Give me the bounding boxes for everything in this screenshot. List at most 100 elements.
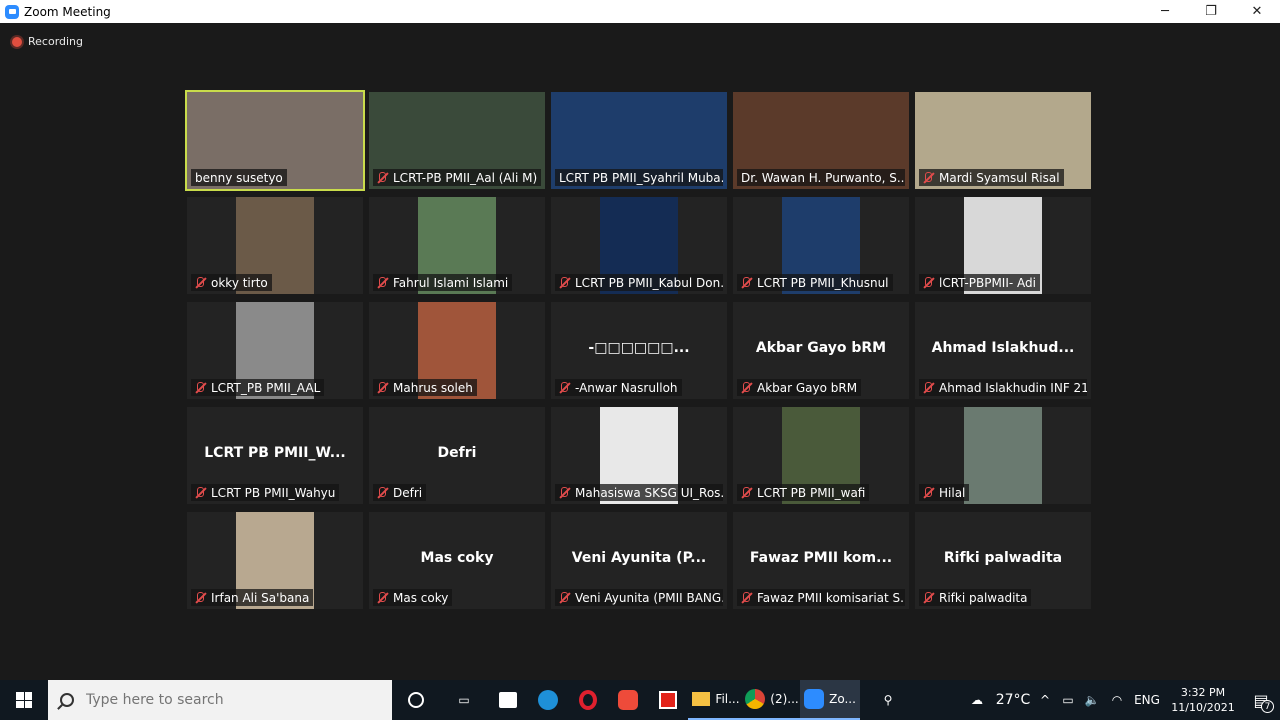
minimize-button[interactable]: ─ bbox=[1142, 0, 1188, 23]
participant-name: Rifki palwadita bbox=[939, 590, 1028, 605]
participant-tile[interactable]: LCRT PB PMII_Khusnul bbox=[733, 197, 909, 294]
notification-center-button[interactable]: ▤ 7 bbox=[1242, 680, 1280, 720]
participant-tile[interactable]: Veni Ayunita (P... Veni Ayunita (PMII BAN… bbox=[551, 512, 727, 609]
participant-name-caption: -Anwar Nasrulloh bbox=[555, 379, 682, 396]
cortana-button[interactable] bbox=[392, 680, 440, 720]
task-view-button[interactable]: ▭ bbox=[440, 680, 488, 720]
participant-tile[interactable]: Fahrul Islami Islami bbox=[369, 197, 545, 294]
participant-tile[interactable]: Mahasiswa SKSG UI_Ros... bbox=[551, 407, 727, 504]
close-button[interactable]: ✕ bbox=[1234, 0, 1280, 23]
participant-tile[interactable]: LCRT PB PMII_wafi bbox=[733, 407, 909, 504]
participant-name: Mardi Syamsul Risal bbox=[939, 170, 1060, 185]
recording-indicator[interactable]: Recording bbox=[12, 35, 83, 48]
muted-mic-icon bbox=[921, 591, 935, 605]
participant-name-caption: benny susetyo bbox=[191, 169, 287, 186]
cortana-icon bbox=[408, 692, 424, 708]
zoom-app-icon bbox=[5, 4, 19, 19]
participant-name: LCRT PB PMII_wafi bbox=[757, 485, 866, 500]
participant-name-caption: LCRT PB PMII_Khusnul bbox=[737, 274, 893, 291]
participant-name: Hilal bbox=[939, 485, 966, 500]
participant-tile[interactable]: Hilal bbox=[915, 407, 1091, 504]
muted-mic-icon bbox=[193, 276, 207, 290]
weather-cloud-icon: ☁ bbox=[971, 693, 983, 707]
opera-icon bbox=[579, 690, 597, 710]
participant-name-caption: LCRT PB PMII_Syahril Muba... bbox=[555, 169, 723, 186]
participant-name: Defri bbox=[393, 485, 423, 500]
participant-tile[interactable]: okky tirto bbox=[187, 197, 363, 294]
language-indicator[interactable]: ENG bbox=[1130, 680, 1164, 720]
search-icon bbox=[60, 693, 74, 707]
network-button[interactable]: ◠ bbox=[1104, 680, 1130, 720]
muted-mic-icon bbox=[375, 591, 389, 605]
participant-tile[interactable]: LCRT PB PMII_Syahril Muba... bbox=[551, 92, 727, 189]
participant-tile[interactable]: Ahmad Islakhud... Ahmad Islakhudin INF 21 bbox=[915, 302, 1091, 399]
participant-tile[interactable]: Akbar Gayo bRM Akbar Gayo bRM bbox=[733, 302, 909, 399]
muted-mic-icon bbox=[193, 381, 207, 395]
participant-tile[interactable]: Mahrus soleh bbox=[369, 302, 545, 399]
chrome-icon bbox=[745, 689, 766, 709]
edge-button[interactable] bbox=[528, 680, 568, 720]
participant-tile[interactable]: -□□□□□□... -Anwar Nasrulloh bbox=[551, 302, 727, 399]
participant-name-caption: LCRT-PB PMII_Aal (Ali M) bbox=[373, 169, 541, 186]
zoom-taskbar-button[interactable]: Zo... bbox=[800, 680, 860, 720]
file-explorer-button[interactable]: Fil... bbox=[688, 680, 744, 720]
participant-name: Mahrus soleh bbox=[393, 380, 473, 395]
participant-name-caption: Fahrul Islami Islami bbox=[373, 274, 513, 291]
chrome-label: (2)... bbox=[770, 692, 799, 706]
battery-button[interactable]: ▭ bbox=[1056, 680, 1080, 720]
participant-tile[interactable]: Mardi Syamsul Risal bbox=[915, 92, 1091, 189]
store-button[interactable] bbox=[488, 680, 528, 720]
title-bar: Zoom Meeting ─ ❐ ✕ bbox=[0, 0, 1280, 23]
reader-icon bbox=[659, 691, 677, 709]
volume-button[interactable]: 🔈 bbox=[1080, 680, 1104, 720]
participant-tile[interactable]: Fawaz PMII kom... Fawaz PMII komisariat S… bbox=[733, 512, 909, 609]
clock[interactable]: 3:32 PM 11/10/2021 bbox=[1164, 685, 1242, 715]
participant-name: Mahasiswa SKSG UI_Ros... bbox=[575, 485, 723, 500]
participant-display-name: LCRT PB PMII_W... bbox=[204, 445, 346, 461]
participant-tile[interactable]: Irfan Ali Sa'bana bbox=[187, 512, 363, 609]
participant-name: Mas coky bbox=[393, 590, 449, 605]
participant-tile[interactable]: Mas coky Mas coky bbox=[369, 512, 545, 609]
participant-tile[interactable]: LCRT-PB PMII_Aal (Ali M) bbox=[369, 92, 545, 189]
maximize-button[interactable]: ❐ bbox=[1188, 0, 1234, 23]
participant-display-name: Rifki palwadita bbox=[943, 550, 1063, 566]
opera-button[interactable] bbox=[568, 680, 608, 720]
chrome-button[interactable]: (2)... bbox=[744, 680, 800, 720]
weather-temp[interactable]: 27°C bbox=[992, 680, 1034, 720]
muted-mic-icon bbox=[375, 381, 389, 395]
participant-display-name: Fawaz PMII kom... bbox=[749, 550, 893, 566]
participant-tile[interactable]: benny susetyo bbox=[185, 90, 365, 191]
participant-tile[interactable]: LCRT PB PMII_Kabul Don... bbox=[551, 197, 727, 294]
participant-tile[interactable]: Dr. Wawan H. Purwanto, S.... bbox=[733, 92, 909, 189]
participant-name: LCRT-PB PMII_Aal (Ali M) bbox=[393, 170, 538, 185]
taskbar: ▭ Fil... (2)... Zo... ⚲ ☁ 27°C ^ ▭ bbox=[0, 680, 1280, 720]
start-button[interactable] bbox=[0, 680, 48, 720]
participant-name-caption: LCRT PB PMII_wafi bbox=[737, 484, 870, 501]
taskbar-search[interactable] bbox=[48, 680, 392, 720]
muted-mic-icon bbox=[193, 486, 207, 500]
participant-display-name: Veni Ayunita (P... bbox=[571, 550, 707, 566]
search-input[interactable] bbox=[86, 692, 366, 708]
recording-label: Recording bbox=[28, 35, 84, 48]
windows-icon bbox=[16, 692, 32, 708]
participant-tile[interactable]: LCRT_PB PMII_AAL bbox=[187, 302, 363, 399]
participant-name-caption: Ahmad Islakhudin INF 21 bbox=[919, 379, 1087, 396]
participant-tile[interactable]: Rifki palwadita Rifki palwadita bbox=[915, 512, 1091, 609]
participant-name: LCRT PB PMII_Khusnul bbox=[757, 275, 889, 290]
weather-button[interactable]: ☁ bbox=[962, 680, 992, 720]
people-button[interactable]: ⚲ bbox=[860, 680, 916, 720]
app-button-red[interactable] bbox=[608, 680, 648, 720]
volume-icon: 🔈 bbox=[1084, 693, 1100, 707]
store-icon bbox=[499, 692, 517, 708]
participant-tile[interactable]: lCRT-PBPMII- Adi bbox=[915, 197, 1091, 294]
people-icon: ⚲ bbox=[883, 693, 893, 707]
wifi-icon: ◠ bbox=[1111, 693, 1123, 707]
participant-name-caption: Veni Ayunita (PMII BANG... bbox=[555, 589, 723, 606]
participant-display-name: -□□□□□□... bbox=[588, 340, 690, 356]
app-button-reader[interactable] bbox=[648, 680, 688, 720]
show-hidden-icons-button[interactable]: ^ bbox=[1034, 680, 1056, 720]
participant-tile[interactable]: LCRT PB PMII_W... LCRT PB PMII_Wahyu bbox=[187, 407, 363, 504]
participant-name-caption: Mahasiswa SKSG UI_Ros... bbox=[555, 484, 723, 501]
participant-name-caption: Rifki palwadita bbox=[919, 589, 1032, 606]
participant-tile[interactable]: Defri Defri bbox=[369, 407, 545, 504]
